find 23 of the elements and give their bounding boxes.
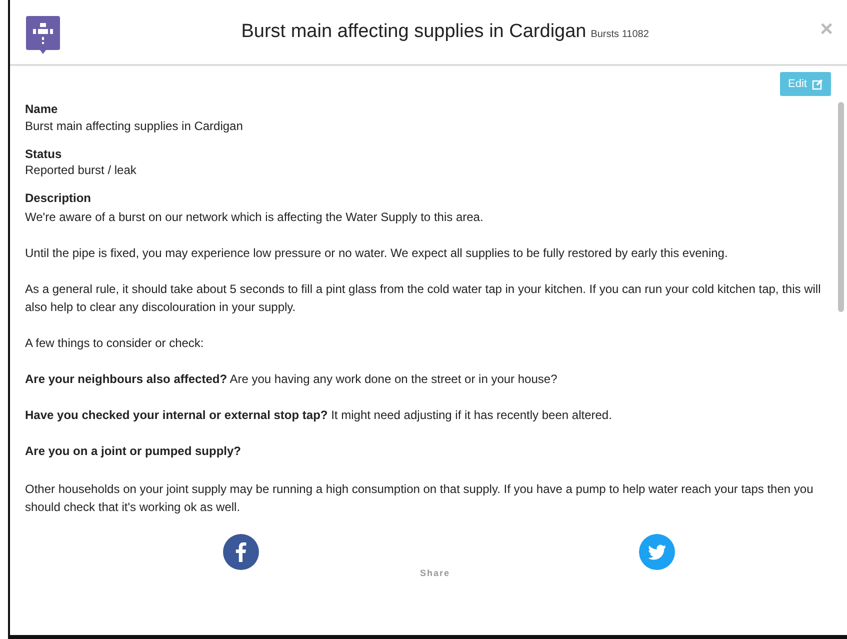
dialog-title: Burst main affecting supplies in Cardigan bbox=[241, 21, 586, 42]
paragraph: Are your neighbours also affected? Are you having any work done on the street or in your house? bbox=[25, 371, 558, 388]
paragraph: Other households on your joint supply may be running a high consumption on that supply. If you have a pump to help water reach your taps then you should check that it's working ok as well. bbox=[25, 481, 814, 516]
field-label: Name bbox=[25, 102, 59, 116]
field-label: Status bbox=[25, 147, 63, 161]
close-button[interactable]: × bbox=[820, 16, 833, 42]
facebook-icon[interactable] bbox=[223, 534, 259, 570]
field-label: Description bbox=[25, 191, 92, 205]
field-value: Reported burst / leak bbox=[25, 163, 138, 177]
paragraph: Have you checked your internal or external stop tap? It might need adjusting if it has recently been altered. bbox=[25, 407, 613, 424]
paragraph: Until the pipe is fixed, you may experience low pressure or no water. We expect all supplies to be fully restored by early this evening. bbox=[25, 245, 729, 262]
share-label: Share bbox=[420, 568, 450, 578]
scrollbar-thumb[interactable] bbox=[838, 102, 844, 312]
edit-icon bbox=[812, 78, 823, 90]
logo-icon bbox=[26, 16, 60, 54]
paragraph: We're aware of a burst on our network which is affecting the Water Supply to this area. bbox=[25, 209, 484, 226]
bird-icon[interactable] bbox=[639, 534, 675, 570]
subheading: Are you on a joint or pumped supply? bbox=[25, 443, 242, 460]
edit-button[interactable]: Edit bbox=[780, 72, 831, 96]
paragraph: As a general rule, it should take about 5 seconds to fill a pint glass from the cold water tap in your kitchen. If you can run your cold kitchen tap, this will also help to clear any discolouration in your supply. bbox=[25, 281, 822, 316]
paragraph: A few things to consider or check: bbox=[25, 335, 205, 352]
reference-number: Bursts 11082 bbox=[590, 29, 649, 40]
field-value: Burst main affecting supplies in Cardigan bbox=[25, 119, 244, 133]
